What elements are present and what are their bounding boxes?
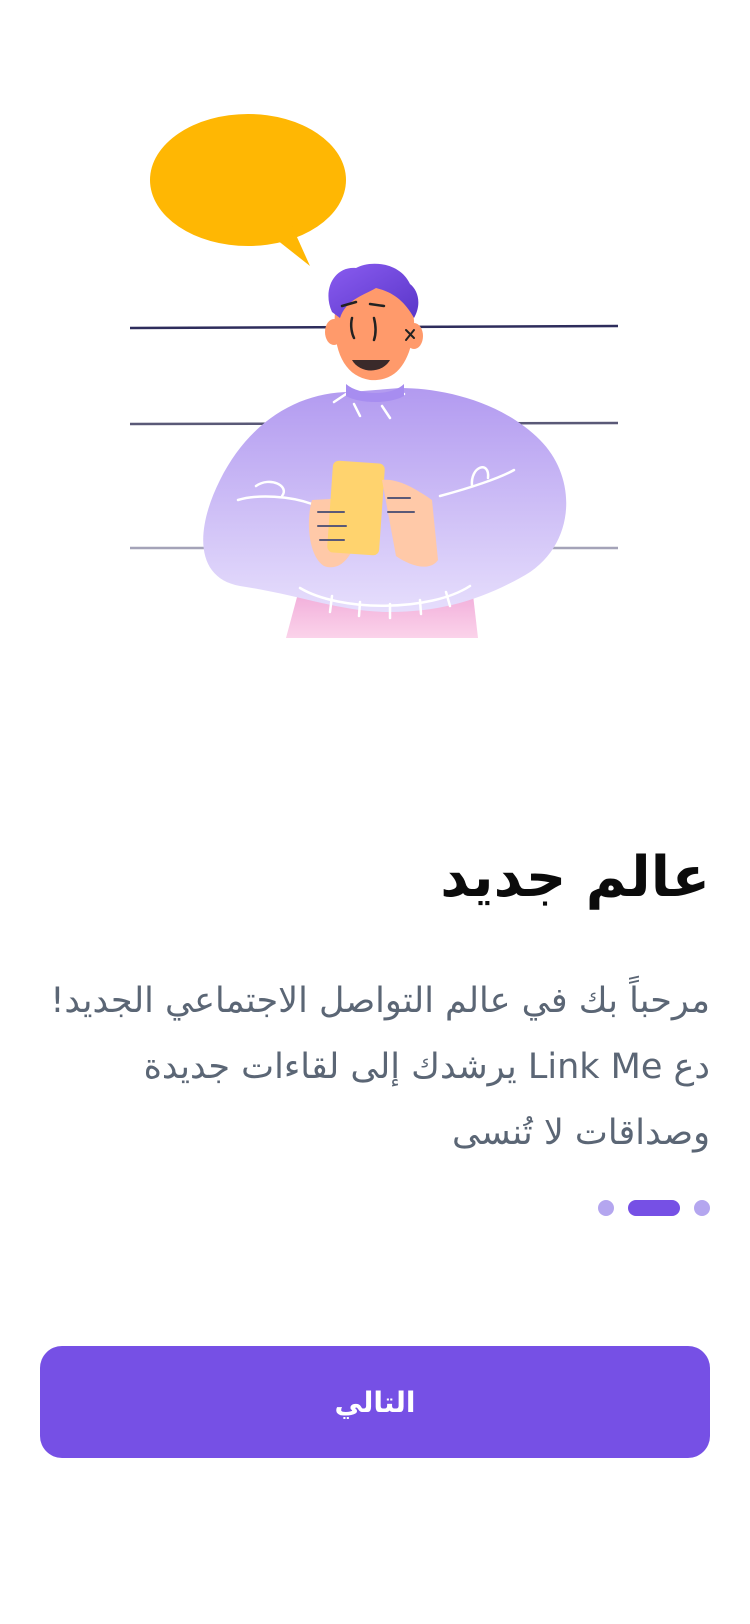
page-title: عالم جديد bbox=[440, 845, 710, 910]
onboarding-description: مرحباً بك في عالم التواصل الاجتماعي الجد… bbox=[50, 981, 710, 1153]
sweater bbox=[203, 388, 567, 612]
character-head bbox=[325, 263, 423, 381]
page-dot-3[interactable] bbox=[598, 1200, 614, 1216]
page-dot-1[interactable] bbox=[694, 1200, 710, 1216]
page-indicator bbox=[598, 1200, 710, 1216]
onboarding-illustration bbox=[129, 114, 619, 638]
page-dot-2-active[interactable] bbox=[628, 1200, 680, 1216]
next-button[interactable]: التالي bbox=[40, 1346, 710, 1458]
speech-bubble-icon bbox=[150, 114, 346, 266]
